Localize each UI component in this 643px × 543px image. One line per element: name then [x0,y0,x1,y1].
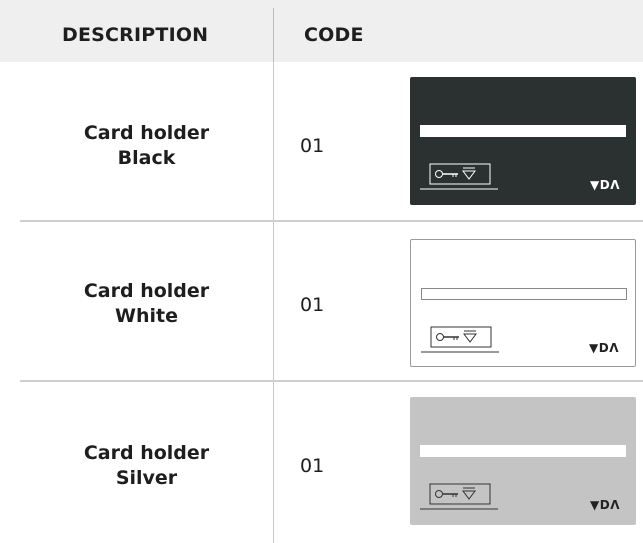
vda-logo: ▼DΛ [590,498,620,512]
description-line-1: Card holder [83,442,210,464]
vda-logo: ▼DΛ [589,341,619,355]
key-card-icon [421,326,499,353]
table-row: Card holder White 01 ▼DΛ [0,222,643,380]
card-stripe [421,288,627,300]
description-line-2: White [115,305,178,327]
key-card-icon [420,163,498,190]
row-code: 01 [300,294,325,316]
row-code: 01 [300,455,325,477]
table-row: Card holder Black 01 ▼DΛ [0,62,643,220]
header-description: DESCRIPTION [62,24,209,46]
description-line-1: Card holder [83,280,210,302]
header-code: CODE [304,24,364,46]
card-stripe [420,445,626,457]
description-line-2: Silver [115,467,178,489]
key-card-icon [420,483,498,510]
description-line-1: Card holder [83,122,210,144]
row-description: Card holder Black [20,121,273,171]
vda-logo: ▼DΛ [590,178,620,192]
table-row: Card holder Silver 01 ▼DΛ [0,382,643,543]
row-description: Card holder Silver [20,441,273,491]
header-divider [273,8,274,62]
card-holder-black-image: ▼DΛ [410,77,636,205]
card-holder-white-image: ▼DΛ [410,239,636,367]
description-line-2: Black [117,147,176,169]
card-stripe [420,125,626,137]
card-holder-silver-image: ▼DΛ [410,397,636,525]
row-code: 01 [300,135,325,157]
row-description: Card holder White [20,279,273,329]
